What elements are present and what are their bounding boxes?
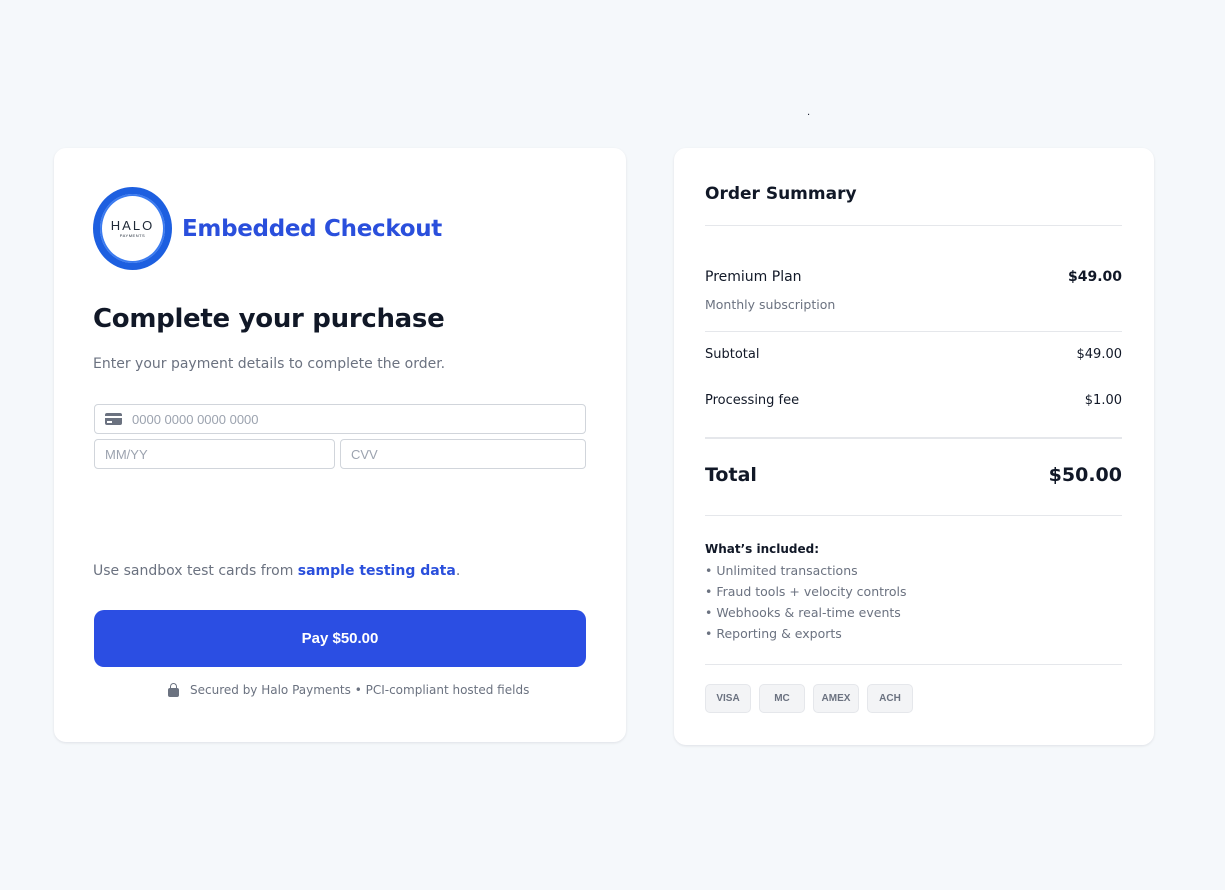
line-item-description: Monthly subscription [705,297,836,312]
processing-fee-row: Processing fee $1.00 [705,393,1122,408]
included-list: • Unlimited transactions • Fraud tools +… [705,562,907,646]
page-title: Complete your purchase [93,304,445,334]
line-item: Premium Plan $49.00 [705,269,1122,285]
security-note: Secured by Halo Payments • PCI-compliant… [168,682,530,697]
credit-card-icon [105,413,122,425]
divider [705,515,1122,516]
logo-subtext: PAYMENTS [119,233,146,238]
divider [705,331,1122,332]
processing-fee-value: $1.00 [1084,393,1122,408]
security-note-text: Secured by Halo Payments • PCI-compliant… [190,683,530,697]
logo-text: HALO [110,218,155,233]
expiry-field[interactable] [94,439,335,469]
pay-button[interactable]: Pay $50.00 [94,610,586,667]
page-subtitle: Enter your payment details to complete t… [93,356,446,372]
halo-logo: HALO PAYMENTS [93,187,172,270]
included-title: What’s included: [705,542,820,556]
mastercard-badge: MC [759,684,805,713]
divider [705,225,1122,226]
divider [705,437,1122,439]
card-number-field[interactable] [94,404,586,434]
cvv-field[interactable] [340,439,586,469]
stray-dot: . [807,107,811,118]
list-item: • Webhooks & real-time events [705,605,901,620]
lock-icon [168,682,179,697]
sandbox-note-suffix: . [455,563,461,579]
sandbox-note: Use sandbox test cards from sample testi… [93,563,460,579]
list-item: • Reporting & exports [705,626,842,641]
card-number-input[interactable] [132,411,585,427]
payment-method-badges: VISA MC AMEX ACH [705,684,913,713]
subtotal-value: $49.00 [1076,347,1123,362]
list-item: • Fraud tools + velocity controls [705,584,907,599]
total-row: Total $50.00 [705,464,1122,486]
visa-badge: VISA [705,684,751,713]
line-item-name: Premium Plan [705,269,802,285]
subtotal-label: Subtotal [705,347,760,362]
expiry-input[interactable] [105,446,334,462]
total-label: Total [705,464,757,486]
brand-title: Embedded Checkout [182,215,442,242]
order-summary-card: Order Summary Premium Plan $49.00 Monthl… [674,148,1154,745]
sample-testing-data-link[interactable]: sample testing data [298,563,456,579]
ach-badge: ACH [867,684,913,713]
subtotal-row: Subtotal $49.00 [705,347,1122,362]
divider [705,664,1122,665]
amex-badge: AMEX [813,684,859,713]
checkout-card: HALO PAYMENTS Embedded Checkout Complete… [54,148,626,742]
processing-fee-label: Processing fee [705,393,800,408]
order-summary-title: Order Summary [705,184,857,204]
list-item: • Unlimited transactions [705,563,858,578]
sandbox-note-prefix: Use sandbox test cards from [93,563,298,579]
line-item-price: $49.00 [1067,269,1122,285]
cvv-input[interactable] [351,446,585,462]
total-value: $50.00 [1048,464,1122,486]
brand-header: HALO PAYMENTS Embedded Checkout [93,187,442,270]
